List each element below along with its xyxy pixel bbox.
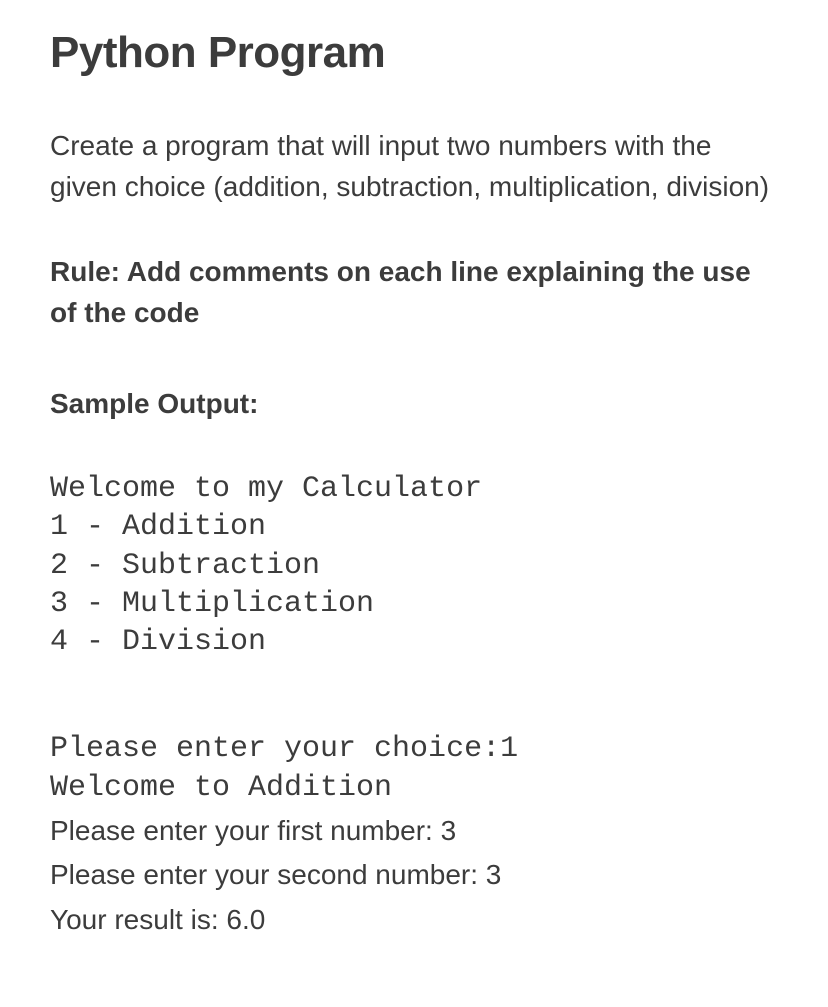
menu-option: 1 - Addition [50,510,266,544]
program-description: Create a program that will input two num… [50,126,778,207]
rule-text: Rule: Add comments on each line explaini… [50,252,778,333]
result-line: Your result is: 6.0 [50,900,778,941]
welcome-line: Welcome to my Calculator [50,472,482,506]
choice-prompt: Please enter your choice:1 [50,732,518,766]
second-number-prompt: Please enter your second number: 3 [50,855,778,896]
sample-menu-block: Welcome to my Calculator 1 - Addition 2 … [50,431,778,661]
menu-option: 2 - Subtraction [50,549,320,583]
menu-option: 4 - Division [50,625,266,659]
choice-block: Please enter your choice:1 Welcome to Ad… [50,692,778,807]
sample-output-heading: Sample Output: [50,383,778,425]
page-title: Python Program [50,20,778,86]
menu-option: 3 - Multiplication [50,587,374,621]
first-number-prompt: Please enter your first number: 3 [50,811,778,852]
operation-welcome: Welcome to Addition [50,771,392,805]
